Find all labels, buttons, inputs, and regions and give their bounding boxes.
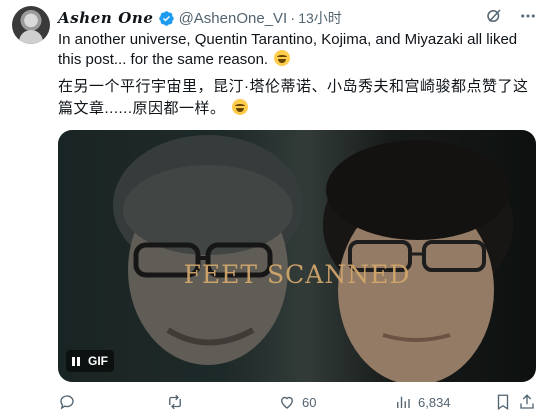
views-button[interactable]: 6,834 xyxy=(394,393,494,411)
tweet-text-english: In another universe, Quentin Tarantino, … xyxy=(58,30,536,70)
gif-frame-image xyxy=(58,130,536,382)
top-actions xyxy=(484,6,538,26)
share-icon xyxy=(520,394,534,409)
views-icon xyxy=(397,396,410,408)
timestamp[interactable]: 13小时 xyxy=(298,8,342,28)
verified-badge-icon xyxy=(158,10,175,27)
gif-badge-label: GIF xyxy=(88,354,108,368)
author-name[interactable]: Ashen One xyxy=(58,9,154,27)
heart-icon xyxy=(281,396,293,409)
laughing-emoji-icon xyxy=(274,50,291,66)
action-bar: 60 6,834 xyxy=(58,392,536,412)
reply-button[interactable] xyxy=(58,393,166,411)
like-button[interactable]: 60 xyxy=(278,393,394,411)
more-icon[interactable] xyxy=(518,6,538,26)
laughing-emoji-icon xyxy=(232,99,249,115)
retweet-icon xyxy=(169,394,181,410)
tweet-card[interactable]: Ashen One @AshenOne_VI · 13小时 In another… xyxy=(0,0,550,414)
tweet-header: Ashen One @AshenOne_VI · 13小时 xyxy=(58,8,490,28)
tweet-text-zh: 在另一个平行宇宙里，昆汀·塔伦蒂诺、小岛秀夫和宫崎骏都点赞了这篇文章......… xyxy=(58,78,529,117)
avatar[interactable] xyxy=(12,6,50,44)
pause-icon[interactable] xyxy=(72,356,80,366)
reply-icon xyxy=(60,395,74,410)
views-count: 6,834 xyxy=(418,394,451,410)
share-button[interactable] xyxy=(518,393,536,411)
author-handle[interactable]: @AshenOne_VI xyxy=(179,10,288,27)
gif-controls[interactable]: GIF xyxy=(66,350,114,372)
separator-dot: · xyxy=(290,9,296,27)
bookmark-icon xyxy=(497,394,509,411)
grok-icon[interactable] xyxy=(484,6,504,26)
like-count: 60 xyxy=(302,394,317,410)
gif-caption: FEET SCANNED xyxy=(183,260,411,289)
media-gif[interactable]: FEET SCANNED GIF xyxy=(58,130,536,382)
bookmark-button[interactable] xyxy=(494,393,518,411)
tweet-text-chinese: 在另一个平行宇宙里，昆汀·塔伦蒂诺、小岛秀夫和宫崎骏都点赞了这篇文章......… xyxy=(58,76,536,120)
retweet-button[interactable] xyxy=(166,393,278,411)
